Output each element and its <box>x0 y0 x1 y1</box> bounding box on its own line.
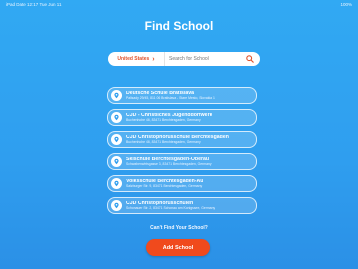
search-icon[interactable] <box>244 53 256 65</box>
location-pin-icon <box>111 134 122 145</box>
school-item[interactable]: Volksschule Berchtesgaden-Au Salzburger … <box>107 175 257 192</box>
status-bar-left: iPad Date 12:17 Tue Jun 11 <box>6 2 62 7</box>
school-address: Buchenhohe 46, 83471 Berchtesgaden, Germ… <box>126 139 201 144</box>
location-pin-icon <box>111 178 122 189</box>
chevron-right-icon: › <box>152 55 155 63</box>
location-pin-icon <box>111 200 122 211</box>
location-pin-icon <box>111 90 122 101</box>
location-pin-icon <box>111 156 122 167</box>
school-address: Buchenhohe 46, 83471 Berchtesgaden, Germ… <box>126 117 201 122</box>
country-label: United States <box>117 56 150 62</box>
school-address: Schonauer Str. 2, 83471 Schonau am Konig… <box>126 205 216 210</box>
school-item[interactable]: Skischule Berchtesgaden-Oberau Schwabenw… <box>107 153 257 170</box>
status-bar: iPad Date 12:17 Tue Jun 11 100% <box>6 2 352 10</box>
search-bar: United States › <box>108 52 260 66</box>
search-input[interactable] <box>165 56 244 62</box>
school-list: Deutsche Schule Bratislava Palisady 29/4… <box>107 87 257 219</box>
school-address: Schwabenwirtsgasse 3, 83471 Berchtesgade… <box>126 161 212 166</box>
add-school-button[interactable]: Add School <box>146 239 210 256</box>
location-pin-icon <box>111 112 122 123</box>
battery-indicator: 100% <box>340 2 352 7</box>
country-selector[interactable]: United States › <box>108 52 165 66</box>
cant-find-label: Can't Find Your School? <box>150 225 208 231</box>
school-item[interactable]: CJD - Christliches Jugenddorfwerk Buchen… <box>107 109 257 126</box>
school-item[interactable]: CJD Christophorusschulen Schonauer Str. … <box>107 197 257 214</box>
school-item[interactable]: CJD Christophorusschule Berchtesgaden Bu… <box>107 131 257 148</box>
school-address: Salzburger Str. 9, 83471 Berchtesgaden, … <box>126 183 203 188</box>
school-address: Palisady 29/45, 811 06 Bratislava - Star… <box>126 95 215 100</box>
page-title: Find School <box>144 19 214 33</box>
school-item[interactable]: Deutsche Schule Bratislava Palisady 29/4… <box>107 87 257 104</box>
